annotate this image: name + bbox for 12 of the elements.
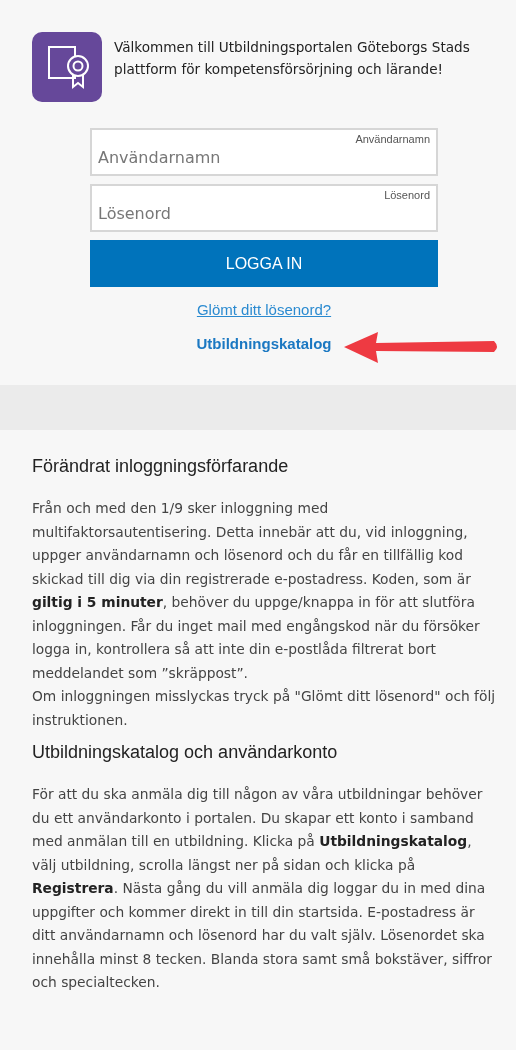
section-heading: Förändrat inloggningsförfarande xyxy=(32,456,290,477)
section-heading: Utbildningskatalog och användarkonto xyxy=(32,742,339,763)
info-paragraph: Om inloggningen misslyckas tryck på "Glömt ditt lösenord" och följ instruktionen. xyxy=(32,687,497,730)
welcome-text: Välkommen till Utbildningsportalen Göteborgs Stads plattform för kompetensförsörjning och lärande! xyxy=(114,38,471,79)
login-button[interactable]: LOGGA IN xyxy=(90,240,438,287)
info-paragraph: För att du ska anmäla dig till någon av våra utbildningar behöver du ett användarkonto i portalen. Du skapar ett konto i samband med anmälan till en utbildning. Klicka på Utbildningskatalog, välj utbildning, scrolla längst ner på sidan och klicka på Registrera. Nästa gång du vill anmäla dig loggar du in med dina uppgifter och kommer direkt in till din startsida. E-postadress är ditt användarnamn och lösenord har du valt själv. Lösenordet ska innehålla minst 8 tecken. Blanda stora samt små bokstäver, siffror och specialtecken. xyxy=(32,785,493,992)
field-label: Användarnamn xyxy=(355,133,430,145)
field-label: Lösenord xyxy=(384,189,430,201)
forgot-password-link[interactable]: Glömt ditt lösenord? xyxy=(196,301,332,318)
catalog-link[interactable]: Utbildningskatalog xyxy=(196,335,332,352)
certificate-icon xyxy=(32,32,102,102)
info-paragraph: Från och med den 1/9 sker inloggning med multifaktorsautentisering. Detta innebär att du, vid inloggning, uppger användarnamn och lösenord och du får en tillfällig kod skickad till dig via din registrerade e-postadress. Koden, som är giltig i 5 minuter, behöver du uppge/knappa in för att slutföra inloggningen. Får du inget mail med engångskod när du försöker logga in, kontrollera så att inte din e-postlåda filtrerat bort meddelandet som ”skräppost”. xyxy=(32,499,481,683)
